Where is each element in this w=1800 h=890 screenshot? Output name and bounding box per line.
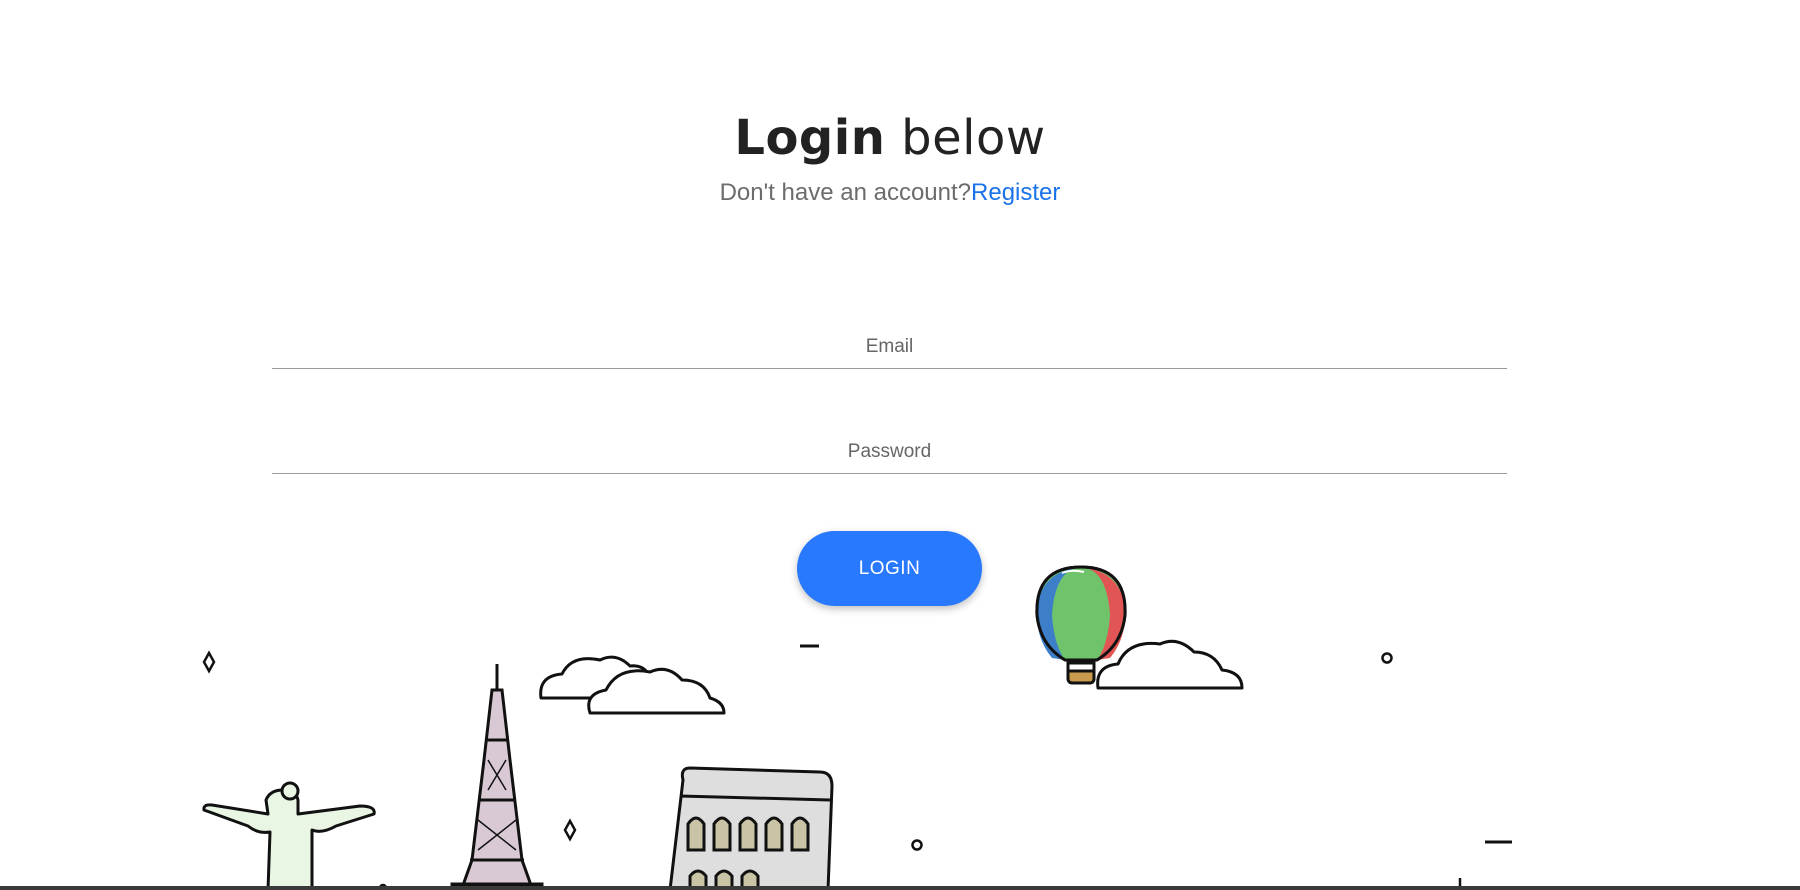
login-page: Login below Don't have an account?Regist…: [0, 0, 1800, 890]
register-prompt-text: Don't have an account?: [719, 179, 972, 206]
colosseum-icon: [668, 766, 834, 890]
christ-redeemer-icon: [202, 781, 376, 890]
eiffel-tower-icon: [450, 664, 544, 890]
register-prompt: Don't have an account?Register: [0, 176, 1780, 210]
password-field[interactable]: [272, 431, 1507, 474]
email-field[interactable]: [272, 326, 1507, 369]
cloud-icon: [1096, 639, 1244, 690]
landmarks-illustration: [202, 565, 1512, 890]
login-header: Login below Don't have an account?Regist…: [0, 108, 1780, 210]
bottom-divider: [0, 886, 1800, 890]
cloud-icon: [539, 655, 726, 715]
title-rest: below: [901, 110, 1046, 166]
title-bold: Login: [734, 110, 886, 166]
page-title: Login below: [0, 108, 1780, 168]
register-link[interactable]: Register: [971, 179, 1060, 206]
